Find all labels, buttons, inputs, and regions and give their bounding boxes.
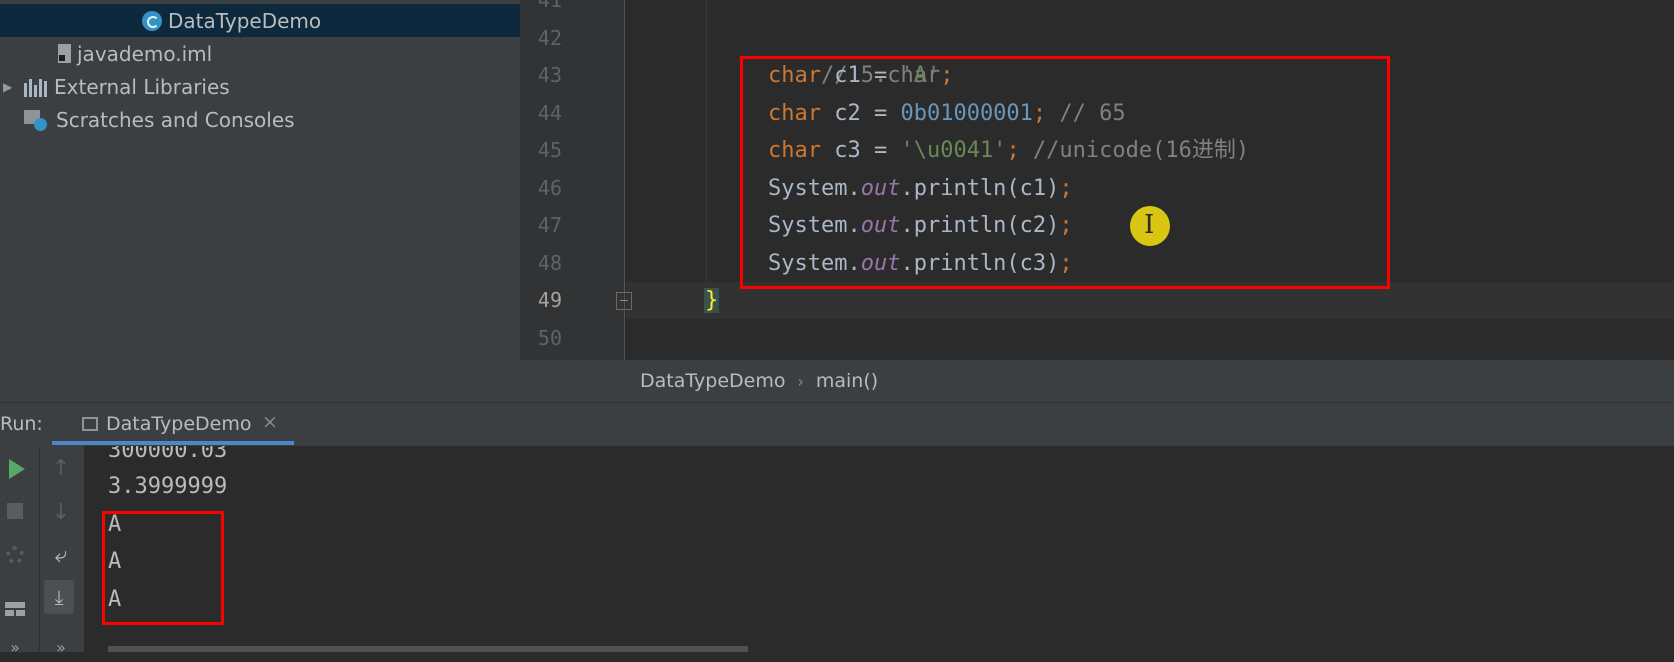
soft-wrap-button[interactable]: ⤶	[46, 540, 76, 570]
line-number: 41	[537, 0, 562, 12]
breadcrumb-separator-icon: ›	[797, 371, 804, 391]
tree-item-label: DataTypeDemo	[168, 8, 322, 33]
chevrons-icon: »	[56, 637, 66, 657]
line-number: 45	[537, 138, 562, 162]
indent-guide	[706, 0, 707, 282]
fold-marker-icon[interactable]	[616, 292, 632, 310]
tree-item-javademo-iml[interactable]: javademo.iml	[0, 37, 520, 70]
more-button-left[interactable]: »	[0, 632, 30, 662]
active-tab-underline	[52, 441, 294, 445]
line-number: 44	[537, 101, 562, 125]
line-number: 48	[537, 251, 562, 275]
horizontal-scrollbar[interactable]	[108, 646, 748, 652]
iml-file-icon	[58, 44, 71, 63]
scroll-to-end-icon: ⤓	[44, 580, 74, 614]
soft-wrap-icon: ⤶	[54, 542, 68, 568]
close-icon[interactable]: ×	[262, 411, 278, 433]
annotation-box-output	[102, 511, 224, 625]
code-line-42[interactable]: // 5.char	[768, 20, 940, 88]
more-button-right[interactable]: »	[46, 632, 76, 662]
tree-item-label: External Libraries	[54, 74, 230, 99]
run-tab-label: DataTypeDemo	[106, 413, 252, 435]
tree-item-external-libraries[interactable]: ▶ External Libraries	[0, 70, 520, 103]
run-header: Run: DataTypeDemo ×	[0, 402, 1674, 447]
line-number-gutter: 41 42 43 44 45 46 47 48 49 50	[520, 0, 624, 360]
mouse-cursor-icon	[1130, 206, 1170, 246]
chevrons-icon: »	[10, 637, 20, 657]
line-number: 42	[537, 26, 562, 50]
console-output[interactable]: 300000.03 3.3999999 A A A	[84, 446, 1674, 652]
scroll-down-button[interactable]: ↓	[46, 498, 76, 528]
scroll-up-button[interactable]: ↑	[46, 454, 76, 484]
play-icon	[9, 459, 25, 479]
tree-item-scratches[interactable]: Scratches and Consoles	[0, 103, 520, 136]
line-number-current: 49	[537, 288, 562, 312]
annotation-box-code	[740, 56, 1390, 289]
console-line: 3.3999999	[108, 474, 228, 499]
run-label: Run:	[0, 413, 43, 435]
line-number: 50	[537, 326, 562, 350]
scroll-to-end-button[interactable]: ⤓	[44, 580, 74, 614]
project-tree: DataTypeDemo javademo.iml ▶ External Lib…	[0, 0, 520, 402]
library-icon	[24, 77, 48, 97]
scratches-icon	[24, 108, 50, 132]
line-number: 47	[537, 213, 562, 237]
java-class-icon	[142, 10, 162, 31]
stop-button[interactable]	[0, 496, 30, 526]
gear-icon	[6, 546, 24, 564]
console-line: 300000.03	[108, 446, 228, 463]
arrow-up-icon: ↑	[51, 456, 71, 481]
layout-button[interactable]	[0, 594, 30, 624]
breadcrumb-class[interactable]: DataTypeDemo	[640, 370, 785, 392]
run-toolbar: » ↑ ↓ ⤶ ⤓ »	[0, 446, 84, 657]
code-line-49[interactable]: }	[704, 282, 720, 319]
line-number: 46	[537, 176, 562, 200]
breadcrumb: DataTypeDemo › main()	[520, 360, 1674, 402]
line-number: 43	[537, 63, 562, 87]
stop-icon	[7, 503, 23, 519]
expand-arrow-icon[interactable]: ▶	[3, 80, 12, 94]
tree-item-datatypedemo[interactable]: DataTypeDemo	[0, 4, 520, 37]
closing-brace: }	[704, 288, 720, 313]
breadcrumb-method[interactable]: main()	[816, 370, 878, 392]
arrow-down-icon: ↓	[51, 500, 71, 525]
settings-button[interactable]	[0, 540, 30, 570]
console-icon	[82, 417, 98, 431]
layout-icon	[5, 602, 25, 616]
run-tab[interactable]: DataTypeDemo ×	[52, 403, 294, 447]
tree-item-label: javademo.iml	[77, 41, 213, 66]
rerun-button[interactable]	[2, 454, 32, 484]
tree-item-label: Scratches and Consoles	[56, 107, 295, 132]
